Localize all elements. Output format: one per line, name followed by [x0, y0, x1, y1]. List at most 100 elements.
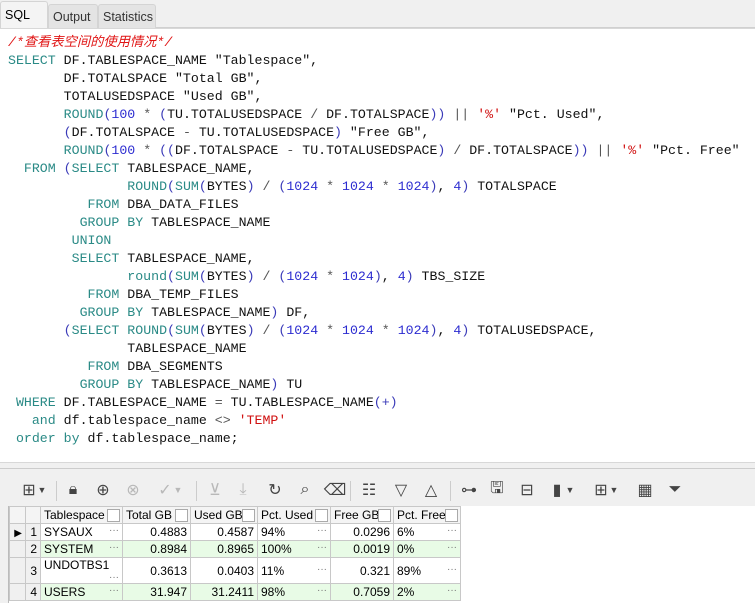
cell-free-gb[interactable]: 0.321	[330, 557, 394, 584]
ellipsis-button[interactable]: ···	[109, 585, 119, 596]
column-filter-box[interactable]	[175, 509, 188, 522]
cell-total-gb[interactable]: 0.8984	[122, 540, 191, 558]
ellipsis-button[interactable]: ···	[447, 564, 457, 575]
dropdown-arrow-icon[interactable]: ▼	[36, 479, 48, 501]
table-row[interactable]: 3 UNDOTBS1 ··· 0.3613 0.0403 11% ··· 0.321 89% ··…	[9, 557, 461, 584]
cell-pct-free[interactable]: 6% ···	[393, 523, 461, 541]
filter-icon[interactable]: ⏷	[664, 479, 686, 501]
import-icon[interactable]: ⊟	[516, 479, 538, 501]
code-token: *	[318, 269, 343, 284]
cell-tablespace[interactable]: USERS ···	[40, 583, 123, 601]
ellipsis-button[interactable]: ···	[109, 542, 119, 553]
lock-icon[interactable]: 🔒︎	[62, 479, 84, 501]
column-filter-box[interactable]	[445, 509, 458, 522]
column-filter-box[interactable]	[107, 509, 120, 522]
cell-pct-free[interactable]: 2% ···	[393, 583, 461, 601]
table-row[interactable]: 2 SYSTEM ··· 0.8984 0.8965 100% ··· 0.0019 0% ···	[9, 540, 461, 558]
dropdown-arrow-icon[interactable]: ▼	[172, 479, 184, 501]
ellipsis-button[interactable]: ···	[109, 525, 119, 536]
cell-free-gb[interactable]: 0.0019	[330, 540, 394, 558]
row-number[interactable]: 4	[25, 583, 41, 601]
cell-value: UNDOTBS1	[44, 558, 110, 573]
ellipsis-button[interactable]: ···	[109, 572, 119, 583]
ellipsis-button[interactable]: ···	[317, 542, 327, 553]
results-grid[interactable]: Tablespace Total GB Used GB Pct. Used Fr…	[8, 506, 755, 603]
cell-total-gb[interactable]: 31.947	[122, 583, 191, 601]
row-indicator[interactable]: ▶	[9, 523, 26, 541]
ellipsis-button[interactable]: ···	[447, 525, 457, 536]
row-number[interactable]: 2	[25, 540, 41, 558]
code-token: GROUP BY	[79, 305, 144, 320]
clear-icon[interactable]: ⌫	[324, 479, 347, 501]
cell-free-gb[interactable]: 0.7059	[330, 583, 394, 601]
cell-tablespace[interactable]: SYSAUX ···	[40, 523, 123, 541]
code-token: DF,	[278, 305, 311, 320]
refresh-icon[interactable]: ↻	[264, 479, 286, 501]
fetch-all-icon[interactable]: ⤓	[232, 479, 254, 501]
row-indicator[interactable]	[9, 557, 26, 584]
code-line: ROUND(100 * (TU.TOTALUSEDSPACE / DF.TOTA…	[8, 106, 740, 124]
column-header-pct-free[interactable]: Pct. Free	[393, 506, 461, 524]
sql-editor[interactable]: /*查看表空间的使用情况*/ SELECT DF.TABLESPACE_NAME …	[0, 28, 755, 463]
cell-total-gb[interactable]: 0.4883	[122, 523, 191, 541]
column-filter-box[interactable]	[242, 509, 255, 522]
delete-record-icon[interactable]: ⊗	[122, 479, 144, 501]
row-indicator[interactable]	[9, 583, 26, 601]
cell-value: 98%	[261, 585, 286, 599]
tab-statistics[interactable]: Statistics	[98, 4, 156, 28]
cell-total-gb[interactable]: 0.3613	[122, 557, 191, 584]
table-view-icon[interactable]: ▦	[634, 479, 656, 501]
column-header-free-gb[interactable]: Free GB	[330, 506, 394, 524]
cell-pct-free[interactable]: 89% ···	[393, 557, 461, 584]
cell-pct-used[interactable]: 100% ···	[257, 540, 331, 558]
cell-free-gb[interactable]: 0.0296	[330, 523, 394, 541]
cell-tablespace[interactable]: UNDOTBS1 ···	[40, 557, 123, 584]
single-record-icon[interactable]: ☷	[358, 479, 380, 501]
sql-code[interactable]: /*查看表空间的使用情况*/ SELECT DF.TABLESPACE_NAME …	[8, 34, 740, 448]
cell-pct-free[interactable]: 0% ···	[393, 540, 461, 558]
column-filter-box[interactable]	[315, 509, 328, 522]
column-filter-box[interactable]	[378, 509, 391, 522]
row-indicator[interactable]	[9, 540, 26, 558]
code-token: (	[167, 323, 176, 338]
tab-output[interactable]: Output	[48, 4, 98, 28]
cell-pct-used[interactable]: 94% ···	[257, 523, 331, 541]
dropdown-arrow-icon[interactable]: ▼	[564, 479, 576, 501]
find-icon[interactable]: ⌕	[294, 479, 316, 501]
code-token: (	[167, 179, 175, 194]
column-header-tablespace[interactable]: Tablespace	[40, 506, 123, 524]
dropdown-arrow-icon[interactable]: ▼	[608, 479, 620, 501]
cell-value: 0.8965	[217, 542, 254, 556]
code-line: order by df.tablespace_name;	[8, 430, 740, 448]
column-header-pct-used[interactable]: Pct. Used	[257, 506, 331, 524]
code-token: TABLESPACE_NAME	[8, 341, 247, 356]
export-icon[interactable]: 🖫︎	[486, 479, 508, 501]
cell-used-gb[interactable]: 0.0403	[190, 557, 258, 584]
column-header-total-gb[interactable]: Total GB	[122, 506, 191, 524]
table-row[interactable]: ▶ 1 SYSAUX ··· 0.4883 0.4587 94% ··· 0.0296 6% ···	[9, 523, 461, 541]
ellipsis-button[interactable]: ···	[447, 542, 457, 553]
column-header-used-gb[interactable]: Used GB	[190, 506, 258, 524]
ellipsis-button[interactable]: ···	[317, 564, 327, 575]
tree-view-icon[interactable]: ⊶	[458, 479, 480, 501]
cell-value: 2%	[397, 585, 415, 599]
cell-used-gb[interactable]: 0.4587	[190, 523, 258, 541]
row-number[interactable]: 3	[25, 557, 41, 584]
cell-pct-used[interactable]: 11% ···	[257, 557, 331, 584]
add-record-icon[interactable]: ⊕	[92, 479, 114, 501]
cell-used-gb[interactable]: 0.8965	[190, 540, 258, 558]
fetch-next-icon[interactable]: ⊻	[204, 479, 226, 501]
ellipsis-button[interactable]: ···	[447, 585, 457, 596]
ellipsis-button[interactable]: ···	[317, 585, 327, 596]
tab-sql[interactable]: SQL	[0, 1, 48, 29]
previous-record-icon[interactable]: △	[420, 479, 442, 501]
code-line: TOTALUSEDSPACE "Used GB",	[8, 88, 740, 106]
ellipsis-button[interactable]: ···	[317, 525, 327, 536]
cell-tablespace[interactable]: SYSTEM ···	[40, 540, 123, 558]
next-record-icon[interactable]: ▽	[390, 479, 412, 501]
row-number[interactable]: 1	[25, 523, 41, 541]
cell-used-gb[interactable]: 31.2411	[190, 583, 258, 601]
cell-pct-used[interactable]: 98% ···	[257, 583, 331, 601]
table-row[interactable]: 4 USERS ··· 31.947 31.2411 98% ··· 0.7059 2% ···	[9, 583, 461, 601]
